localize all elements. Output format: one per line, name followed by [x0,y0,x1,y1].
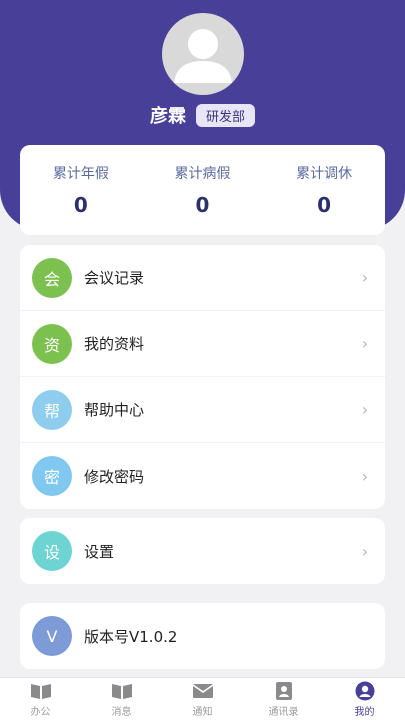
stat-value: 0 [73,193,88,217]
stat-value: 0 [317,193,332,217]
tab-contacts[interactable]: 通讯录 [243,681,324,718]
chevron-right-icon: › [361,334,369,353]
stat-value: 0 [195,193,210,217]
meeting-icon: 会 [32,257,72,298]
user-icon [355,681,374,700]
chevron-right-icon: › [361,400,369,419]
book-icon [30,683,51,699]
menu-item-help-center[interactable]: 帮 帮助中心 › [20,377,385,443]
menu-card-version: V 版本号V1.0.2 [20,603,385,669]
profile-icon: 资 [32,323,72,364]
menu-item-label: 修改密码 [84,467,145,486]
version-icon: V [32,616,72,656]
chevron-right-icon: › [361,466,369,486]
stat-label: 累计调休 [296,166,353,182]
menu-card-settings: 设 设置 › [20,518,385,584]
tab-label: 通知 [192,706,213,718]
menu-item-label: 会议记录 [84,269,145,287]
chevron-right-icon: › [361,541,369,561]
tab-notifications[interactable]: 通知 [162,681,243,718]
avatar[interactable] [162,13,244,95]
tab-label: 消息 [111,706,132,718]
menu-item-label: 帮助中心 [84,401,145,419]
chevron-right-icon: › [361,268,369,287]
menu-item-version: V 版本号V1.0.2 [20,603,385,669]
mail-icon [192,683,213,698]
avatar-user-icon [174,29,232,83]
tab-label: 通讯录 [268,706,299,718]
bottom-tab-bar: 办公 消息 通知 通讯录 我的 [0,677,405,720]
stat-sick-leave: 累计病假 0 [147,163,257,217]
user-name: 彦霖 [149,106,186,127]
help-icon: 帮 [32,389,72,430]
menu-item-change-password[interactable]: 密 修改密码 › [20,443,385,509]
tab-messages[interactable]: 消息 [81,681,162,718]
password-icon: 密 [32,456,72,496]
menu-item-label: 我的资料 [84,335,145,353]
tab-mine[interactable]: 我的 [324,681,405,718]
stat-annual-leave: 累计年假 0 [26,163,136,217]
book-icon [111,683,132,699]
tab-label: 办公 [30,706,51,718]
department-badge: 研发部 [195,103,255,127]
menu-item-my-profile[interactable]: 资 我的资料 › [20,311,385,377]
stat-label: 累计年假 [52,166,109,182]
contacts-icon [275,681,292,700]
leave-stats-card: 累计年假 0 累计病假 0 累计调休 0 [20,145,385,235]
menu-card-main: 会 会议记录 › 资 我的资料 › 帮 帮助中心 › 密 修改密码 › [20,245,385,509]
menu-item-label: 设置 [84,542,115,561]
stat-compensatory-leave: 累计调休 0 [269,163,379,217]
stat-label: 累计病假 [174,166,231,182]
version-label: 版本号V1.0.2 [84,627,178,646]
menu-item-settings[interactable]: 设 设置 › [20,518,385,584]
menu-item-meeting-records[interactable]: 会 会议记录 › [20,245,385,311]
tab-office[interactable]: 办公 [0,681,81,718]
tab-label: 我的 [354,706,375,718]
settings-icon: 设 [32,531,72,571]
user-info: 彦霖 研发部 [0,102,405,128]
